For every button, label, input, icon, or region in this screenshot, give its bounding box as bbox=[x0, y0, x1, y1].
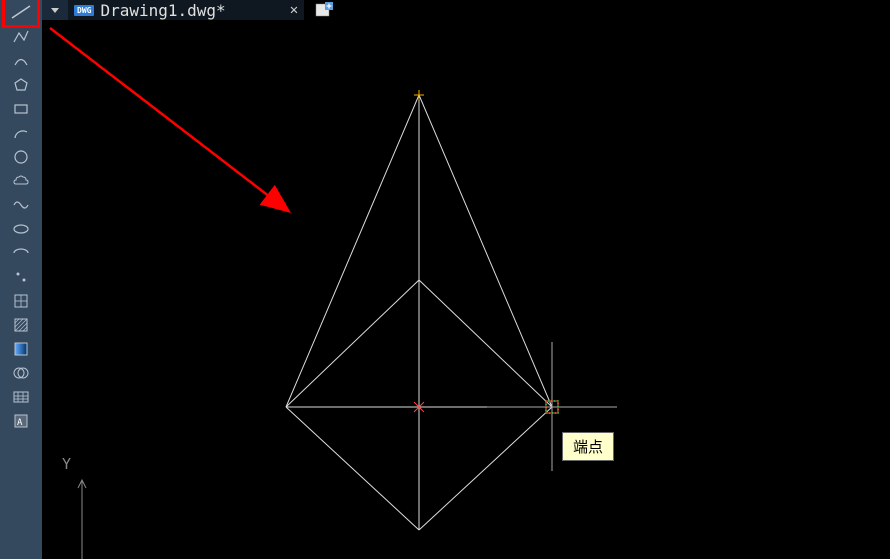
block-tool[interactable] bbox=[12, 292, 30, 310]
cloud-tool[interactable] bbox=[12, 172, 30, 190]
rectangle-tool[interactable] bbox=[12, 100, 30, 118]
mtext-tool[interactable]: A bbox=[12, 412, 30, 430]
table-tool[interactable] bbox=[12, 388, 30, 406]
draw-toolbar: A bbox=[0, 0, 42, 559]
svg-text:A: A bbox=[17, 418, 23, 428]
hatch-tool[interactable] bbox=[12, 316, 30, 334]
snap-tooltip: 端点 bbox=[562, 432, 614, 461]
line-tool[interactable] bbox=[8, 2, 34, 22]
new-tab-button[interactable] bbox=[312, 0, 336, 20]
ellipse-arc-tool[interactable] bbox=[12, 244, 30, 262]
y-axis-label: Y bbox=[62, 455, 71, 473]
region-tool[interactable] bbox=[12, 364, 30, 382]
gradient-tool[interactable] bbox=[12, 340, 30, 358]
circle-tool[interactable] bbox=[12, 148, 30, 166]
drawing-geometry bbox=[286, 95, 552, 530]
ellipse-tool[interactable] bbox=[12, 220, 30, 238]
spline-tool[interactable] bbox=[12, 196, 30, 214]
polygon-tool[interactable] bbox=[12, 76, 30, 94]
top-vertex-marker bbox=[414, 90, 424, 100]
polyline-tool[interactable] bbox=[12, 28, 30, 46]
document-tabs: DWG Drawing1.dwg* ✕ bbox=[42, 0, 336, 20]
tab-list-dropdown[interactable] bbox=[42, 0, 68, 20]
active-document-tab[interactable]: DWG Drawing1.dwg* ✕ bbox=[68, 0, 304, 20]
ucs-indicator bbox=[78, 480, 86, 559]
arc-tool[interactable] bbox=[12, 124, 30, 142]
arc-segment-tool[interactable] bbox=[12, 52, 30, 70]
point-tool[interactable] bbox=[12, 268, 30, 286]
annotation-arrow bbox=[50, 28, 287, 210]
close-tab-icon[interactable]: ✕ bbox=[290, 2, 298, 18]
drawing-canvas[interactable]: Y bbox=[42, 20, 890, 559]
tab-title: Drawing1.dwg* bbox=[100, 1, 225, 20]
dwg-file-icon: DWG bbox=[74, 5, 94, 16]
